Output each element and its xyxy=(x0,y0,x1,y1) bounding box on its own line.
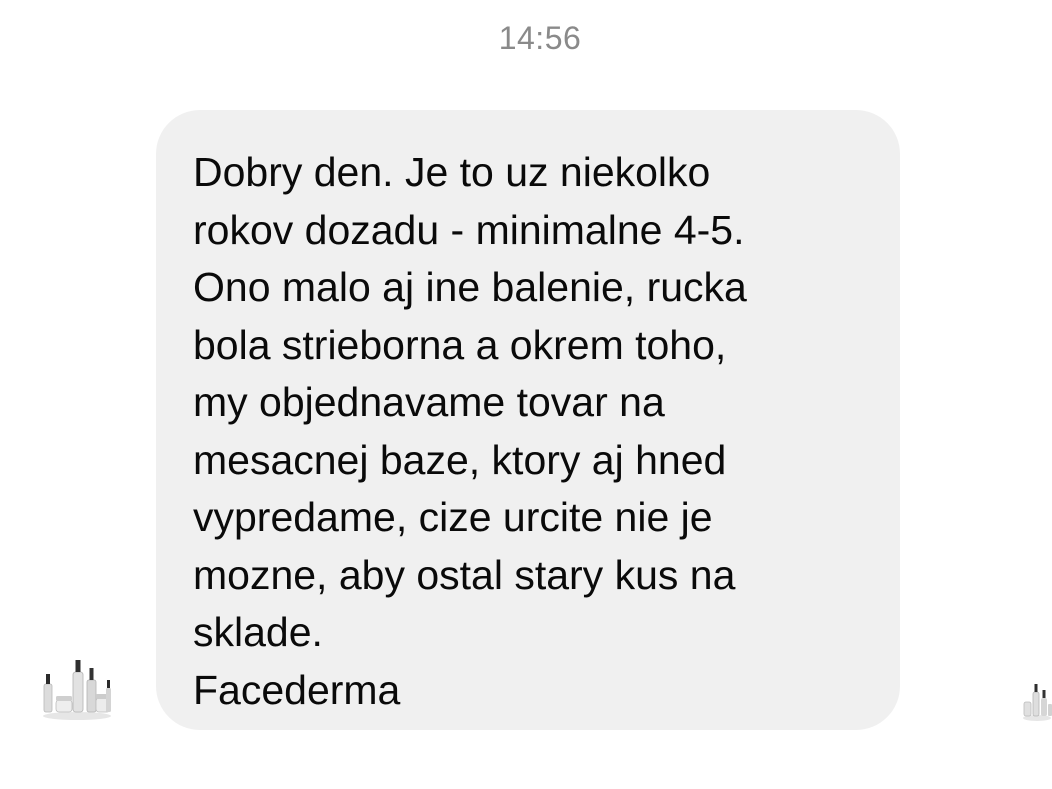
product-bottles-icon xyxy=(43,660,111,720)
message-timestamp: 14:56 xyxy=(498,20,582,56)
message-line: rokov dozadu - minimalne 4-5. xyxy=(193,206,745,253)
message-line: my objednavame tovar na xyxy=(193,379,665,425)
message-line: sklade. xyxy=(193,609,323,655)
message-line: vypredame, cize urcite nie je xyxy=(193,494,713,540)
message-line: mozne, aby ostal stary kus na xyxy=(193,551,736,598)
message-line: bola strieborna a okrem toho, xyxy=(193,321,727,368)
message-line: mesacnej baze, ktory aj hned xyxy=(193,436,727,483)
message-line: Dobry den. Je to uz niekolko xyxy=(193,149,711,195)
product-bottles-icon xyxy=(1023,684,1052,721)
message-bubble[interactable]: Dobry den. Je to uz niekolko rokov dozad… xyxy=(156,110,900,730)
message-signature: Facederma xyxy=(193,666,401,713)
sender-avatar-partial xyxy=(1022,682,1052,722)
message-line: Ono malo aj ine balenie, rucka xyxy=(193,264,747,310)
sender-avatar[interactable] xyxy=(40,658,114,722)
